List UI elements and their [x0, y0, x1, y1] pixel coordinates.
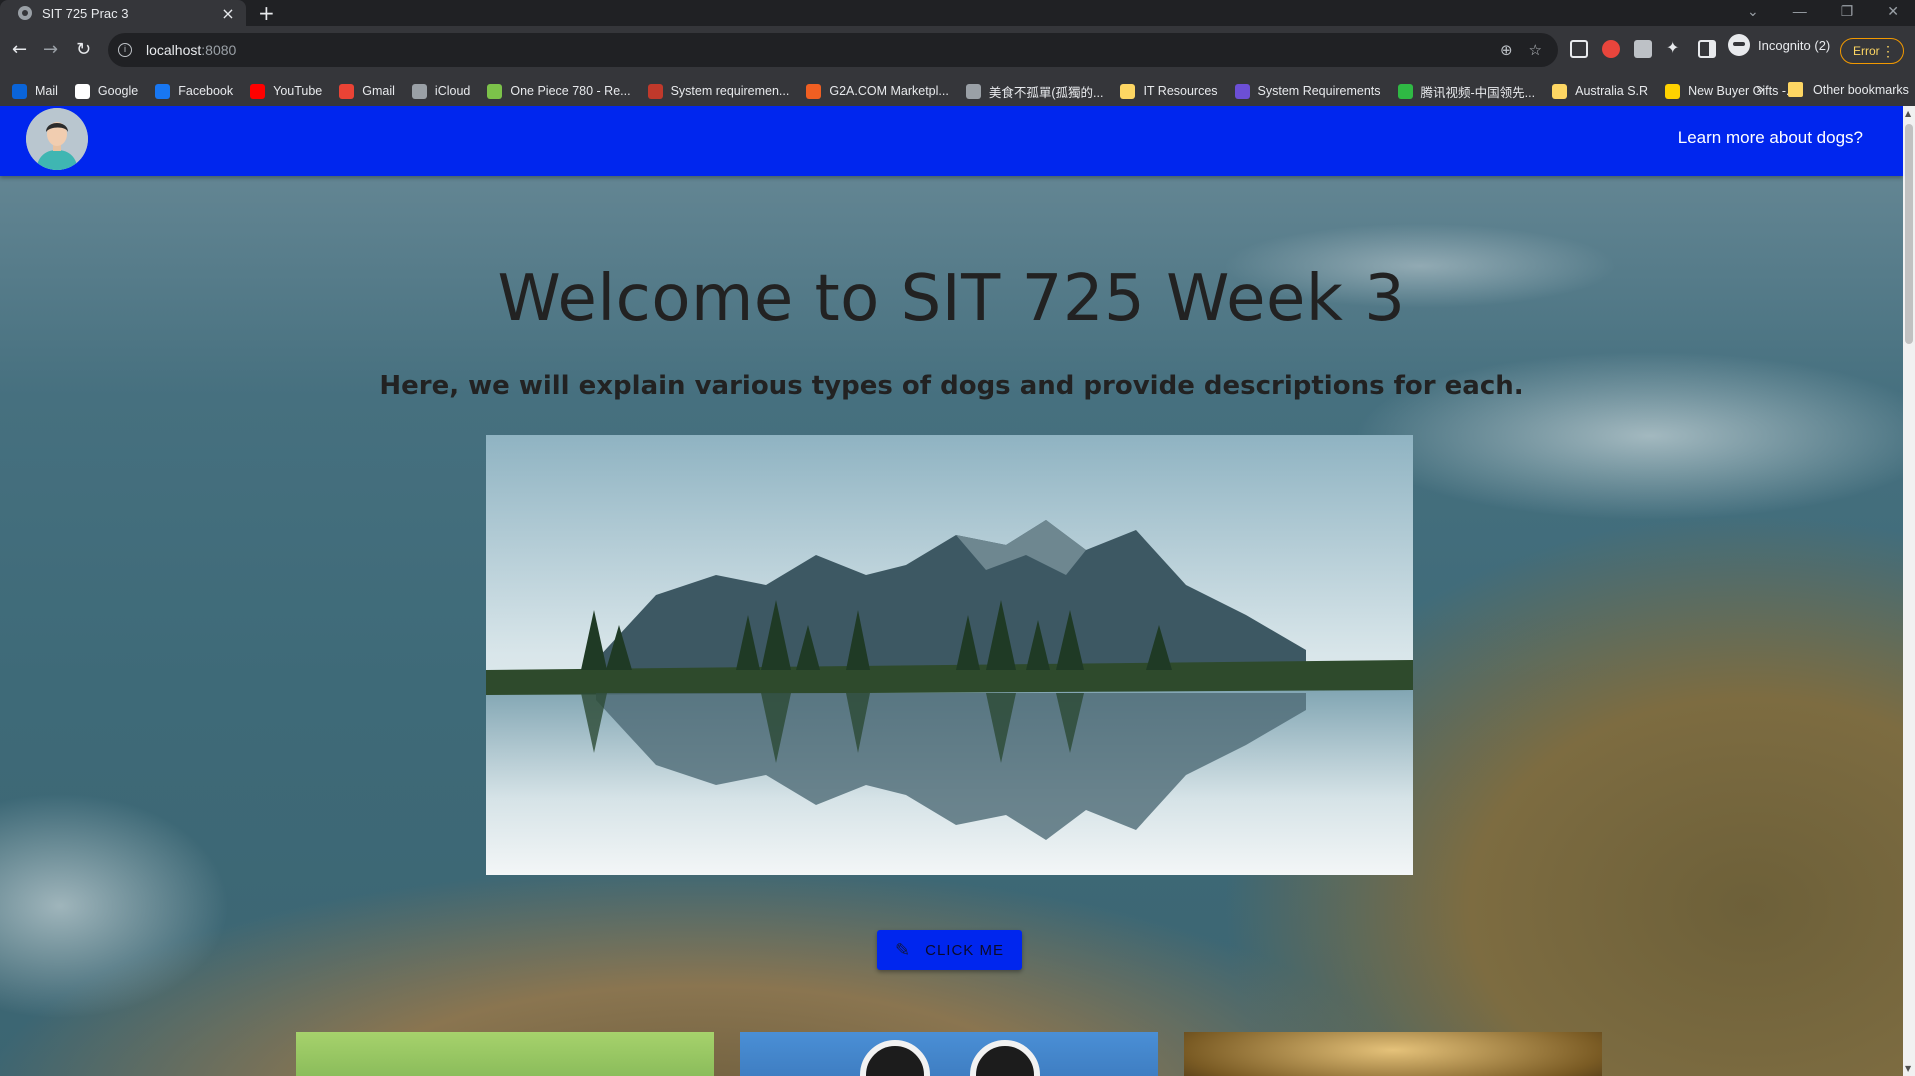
page-title: Welcome to SIT 725 Week 3 — [497, 262, 1406, 336]
address-bar[interactable]: i localhost:8080 ⊕ ☆ — [108, 33, 1558, 67]
bookmark-item[interactable]: System requiremen... — [647, 83, 790, 99]
bookmark-item[interactable]: Australia S.R — [1552, 83, 1649, 99]
bookmark-favicon-icon — [250, 83, 266, 99]
dog-card-image[interactable] — [296, 1032, 714, 1076]
bookmark-item[interactable]: Google — [74, 83, 139, 99]
dog-card-image[interactable] — [1184, 1032, 1602, 1076]
tab-close-icon[interactable]: × — [220, 4, 236, 23]
hero-landscape-image — [486, 435, 1413, 875]
bookmark-item[interactable]: System Requirements — [1234, 83, 1381, 99]
bookmark-star-icon[interactable]: ☆ — [1529, 41, 1542, 59]
dog-ear — [860, 1040, 930, 1076]
bookmark-label: System Requirements — [1257, 84, 1381, 98]
bookmark-item[interactable]: New Buyer Gifts -... — [1665, 83, 1797, 99]
dog-card-image[interactable] — [740, 1032, 1158, 1076]
error-button[interactable]: Error — [1840, 38, 1904, 64]
profile-label: Incognito (2) — [1758, 37, 1831, 53]
tab-search-icon[interactable]: ⌄ — [1747, 3, 1759, 20]
bookmark-label: 美食不孤單(孤獨的... — [988, 85, 1104, 100]
bookmark-label: System requiremen... — [670, 84, 790, 98]
incognito-icon — [1728, 34, 1750, 56]
scroll-up-icon[interactable]: ▲ — [1905, 109, 1911, 118]
bookmark-label: iCloud — [434, 84, 471, 98]
globe-icon — [18, 6, 32, 20]
magic-wand-icon: ✎ — [895, 939, 912, 960]
bookmark-favicon-icon — [12, 83, 27, 99]
click-me-button[interactable]: ✎ CLICK ME — [877, 930, 1022, 970]
bookmark-favicon-icon — [1397, 83, 1413, 99]
bookmark-favicon-icon — [74, 83, 90, 99]
camera-icon[interactable] — [1634, 40, 1652, 58]
learn-more-link[interactable]: Learn more about dogs? — [1678, 128, 1863, 148]
reload-icon[interactable]: ↻ — [76, 39, 91, 60]
bookmark-label: 腾讯视频-中国领先... — [1420, 85, 1536, 100]
page-subtitle: Here, we will explain various types of d… — [379, 371, 1524, 401]
other-bookmarks[interactable]: Other bookmarks — [1788, 82, 1909, 97]
bookmark-item[interactable]: Mail — [12, 83, 58, 99]
incognito-ext-icon[interactable] — [1570, 40, 1588, 58]
dog-ear — [970, 1040, 1040, 1076]
bookmark-favicon-icon — [806, 83, 822, 99]
bookmark-item[interactable]: Facebook — [155, 83, 234, 99]
bookmark-label: IT Resources — [1143, 84, 1218, 98]
scroll-down-icon[interactable]: ▼ — [1905, 1064, 1911, 1073]
bookmark-label: One Piece 780 - Re... — [510, 84, 631, 98]
window-controls: ⌄ — ❐ ✕ — [1747, 0, 1899, 22]
tab-active[interactable]: SIT 725 Prac 3 × — [0, 0, 246, 26]
bookmark-item[interactable]: iCloud — [411, 83, 471, 99]
profile-button[interactable]: Incognito (2) — [1728, 34, 1830, 56]
restore-button[interactable]: ❐ — [1841, 3, 1854, 20]
bookmark-favicon-icon — [965, 83, 981, 99]
site-info-icon[interactable]: i — [118, 43, 132, 57]
bookmark-label: Facebook — [178, 84, 234, 98]
bookmarks-overflow-icon[interactable]: » — [1756, 82, 1765, 98]
bookmark-favicon-icon — [487, 83, 503, 99]
zoom-icon[interactable]: ⊕ — [1500, 41, 1513, 59]
bookmarks-bar: Mail Google Facebook YouTube Gmail iCloud One … — [0, 76, 1915, 106]
tab-strip: SIT 725 Prac 3 × + ⌄ — ❐ ✕ — [0, 0, 1915, 26]
bookmark-label: Australia S.R — [1575, 84, 1649, 98]
bookmark-favicon-icon — [411, 83, 427, 99]
page-scrollbar[interactable]: ▲ ▼ — [1903, 106, 1915, 1076]
bookmark-label: Gmail — [362, 84, 395, 98]
bookmark-label: YouTube — [273, 84, 323, 98]
bookmark-label: New Buyer Gifts -... — [1688, 84, 1797, 98]
bookmark-item[interactable]: 美食不孤單(孤獨的... — [965, 82, 1104, 101]
bookmark-favicon-icon — [1552, 83, 1568, 99]
url-host: localhost — [146, 42, 202, 58]
tab-title: SIT 725 Prac 3 — [42, 5, 129, 21]
bookmark-label: Mail — [35, 84, 58, 98]
bookmark-item[interactable]: One Piece 780 - Re... — [487, 83, 631, 99]
browser-toolbar: ← → ↻ i localhost:8080 ⊕ ☆ ✦ Incognito (… — [0, 26, 1915, 76]
bookmark-favicon-icon — [647, 83, 663, 99]
new-tab-button[interactable]: + — [258, 0, 275, 26]
bookmark-favicon-icon — [1665, 83, 1681, 99]
url-port: :8080 — [201, 42, 237, 58]
forward-arrow-icon[interactable]: → — [43, 39, 58, 60]
side-panel-icon[interactable] — [1698, 40, 1716, 58]
site-navbar: Learn more about dogs? — [0, 106, 1903, 176]
bookmark-favicon-icon — [1234, 83, 1250, 99]
bookmark-label: Google — [97, 84, 139, 98]
scrollbar-thumb[interactable] — [1905, 124, 1913, 344]
bookmark-favicon-icon — [1120, 83, 1136, 99]
bookmark-favicon-icon — [155, 83, 171, 99]
extensions-puzzle-icon[interactable]: ✦ — [1666, 38, 1684, 57]
bookmark-label: G2A.COM Marketpl... — [829, 84, 949, 98]
page-viewport: Learn more about dogs? Welcome to SIT 72… — [0, 106, 1903, 1076]
bookmark-item[interactable]: IT Resources — [1120, 83, 1218, 99]
folder-icon — [1788, 82, 1803, 97]
bookmark-favicon-icon — [339, 83, 355, 99]
adblock-icon[interactable] — [1602, 40, 1620, 58]
avatar[interactable] — [26, 108, 88, 170]
close-window-button[interactable]: ✕ — [1887, 3, 1899, 20]
bookmark-item[interactable]: Gmail — [339, 83, 395, 99]
bookmark-item[interactable]: G2A.COM Marketpl... — [806, 83, 949, 99]
other-bookmarks-label: Other bookmarks — [1813, 82, 1909, 97]
back-arrow-icon[interactable]: ← — [12, 39, 27, 60]
bookmark-item[interactable]: 腾讯视频-中国领先... — [1397, 82, 1536, 101]
bookmark-item[interactable]: YouTube — [250, 83, 323, 99]
click-me-label: CLICK ME — [925, 941, 1004, 959]
minimize-button[interactable]: — — [1793, 3, 1807, 19]
